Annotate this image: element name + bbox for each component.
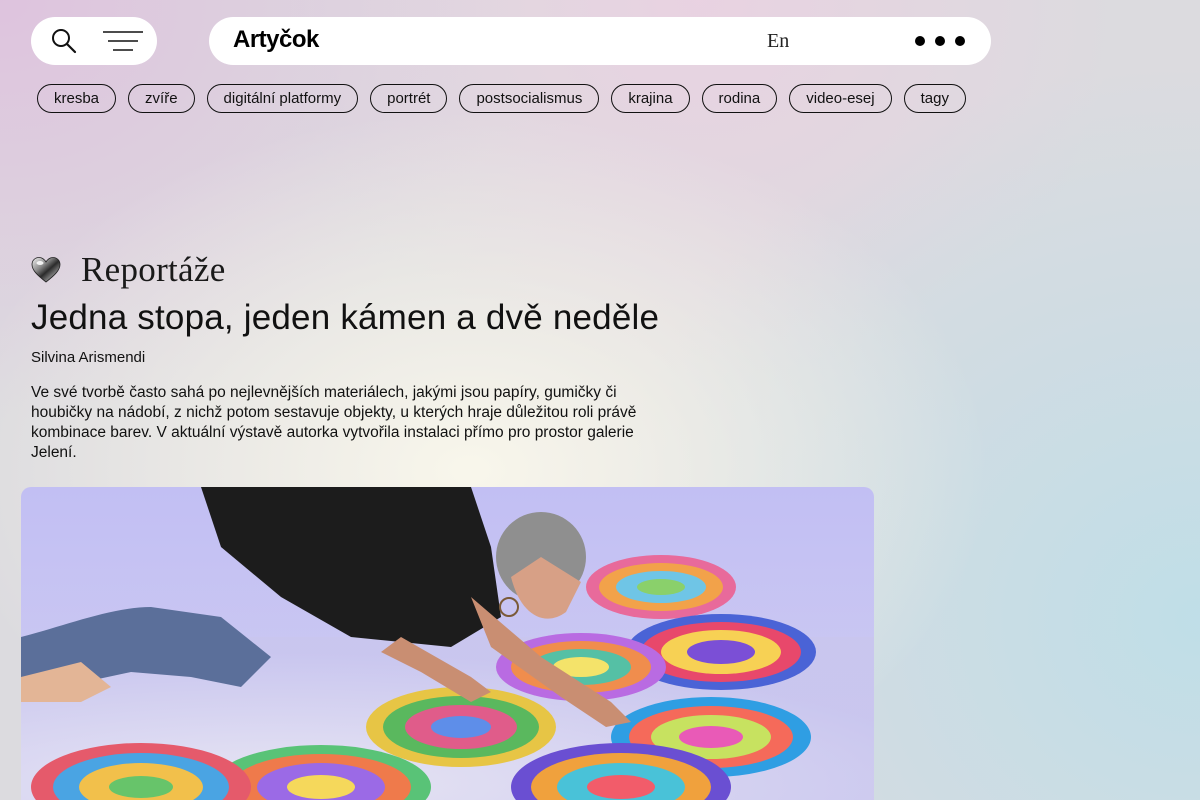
article-author[interactable]: Silvina Arismendi [31, 349, 145, 366]
more-dots-icon[interactable] [915, 30, 965, 52]
nav-pill [31, 17, 157, 65]
dot [915, 36, 925, 46]
tag-zvire[interactable]: zvíře [128, 84, 195, 113]
article-category[interactable]: Reportáže [31, 250, 226, 290]
category-label: Reportáže [81, 250, 226, 289]
tag-krajina[interactable]: krajina [611, 84, 690, 113]
language-switch[interactable]: En [767, 30, 789, 53]
article-perex: Ve své tvorbě často sahá po nejlevnějšíc… [31, 384, 637, 461]
tag-digitalni-platformy[interactable]: digitální platformy [206, 84, 359, 113]
hamburger-menu-icon[interactable] [103, 30, 143, 52]
chrome-heart-icon [31, 257, 61, 283]
tag-postsocialismus[interactable]: postsocialismus [459, 84, 600, 113]
tag-video-esej[interactable]: video-esej [789, 84, 892, 113]
tag-kresba[interactable]: kresba [37, 84, 117, 113]
article-title[interactable]: Jedna stopa, jeden kámen a dvě neděle [31, 298, 659, 338]
site-logo[interactable]: Artyčok [233, 26, 319, 54]
tag-list: kresba zvíře digitální platformy portrét… [37, 84, 966, 113]
dot [935, 36, 945, 46]
hero-photo [21, 487, 874, 800]
tag-rodina[interactable]: rodina [701, 84, 778, 113]
tag-portret[interactable]: portrét [370, 84, 448, 113]
dot [955, 36, 965, 46]
search-icon[interactable] [51, 28, 77, 54]
tag-tagy[interactable]: tagy [903, 84, 966, 113]
article-hero-image[interactable] [21, 487, 874, 800]
top-bar: Artyčok En [209, 17, 991, 65]
